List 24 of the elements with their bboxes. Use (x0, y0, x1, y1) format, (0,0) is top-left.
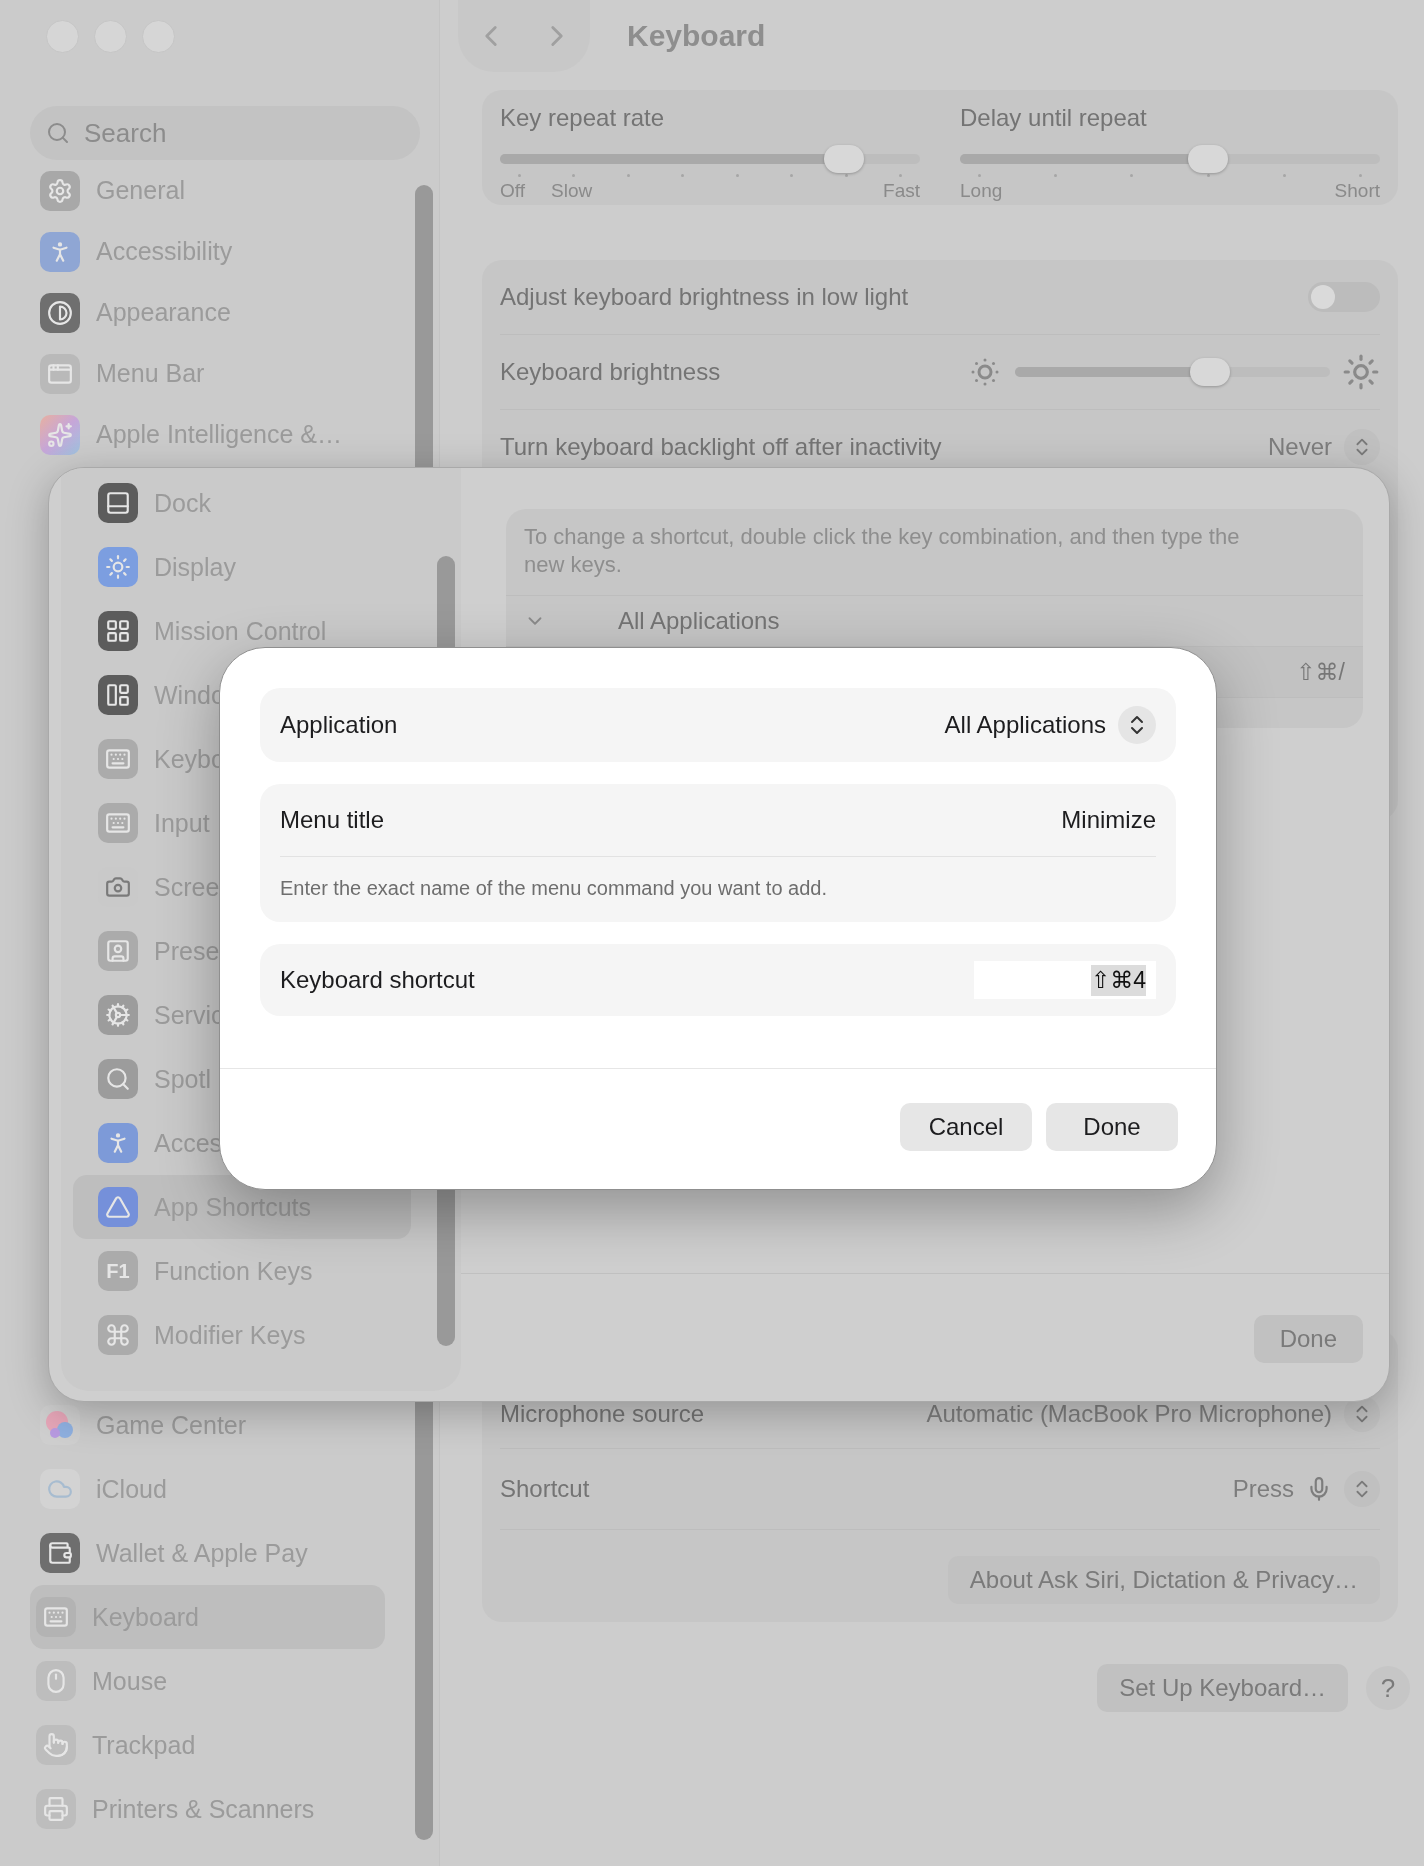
hint-text: Enter the exact name of the menu command you want to add. (280, 856, 1156, 922)
tick-label: Off (500, 180, 525, 202)
setting-label: Shortcut (500, 1475, 590, 1503)
hint-text: To change a shortcut, double click the key combination, and then type the new keys. (506, 509, 1363, 596)
setting-label: Keyboard brightness (500, 358, 721, 386)
slider-label: Delay until repeat (960, 104, 1147, 131)
function-key-icon: F1 (98, 1251, 138, 1291)
tick-label: Slow (551, 180, 593, 202)
field-label: Keyboard shortcut (280, 966, 475, 994)
popup-value: Never (1267, 433, 1332, 461)
window-title: Keyboard (627, 19, 766, 53)
setting-label: Microphone source (500, 1400, 705, 1428)
field-label: Menu title (280, 806, 385, 834)
tick-label: Fast (883, 180, 920, 202)
field-label: Application (280, 711, 398, 739)
popup-value: Automatic (MacBook Pro Microphone) (926, 1400, 1332, 1428)
slider-label: Key repeat rate (500, 104, 665, 131)
popup-value: Press (1232, 1475, 1294, 1503)
tick-label: Short (1334, 180, 1380, 202)
shortcut-keys: ⇧⌘/ (1296, 658, 1345, 686)
setting-label: Adjust keyboard brightness in low light (500, 283, 909, 311)
group-label: All Applications (618, 607, 780, 635)
tick-label: Long (960, 180, 1003, 202)
setting-label: Turn keyboard backlight off after inactivity (500, 433, 942, 461)
